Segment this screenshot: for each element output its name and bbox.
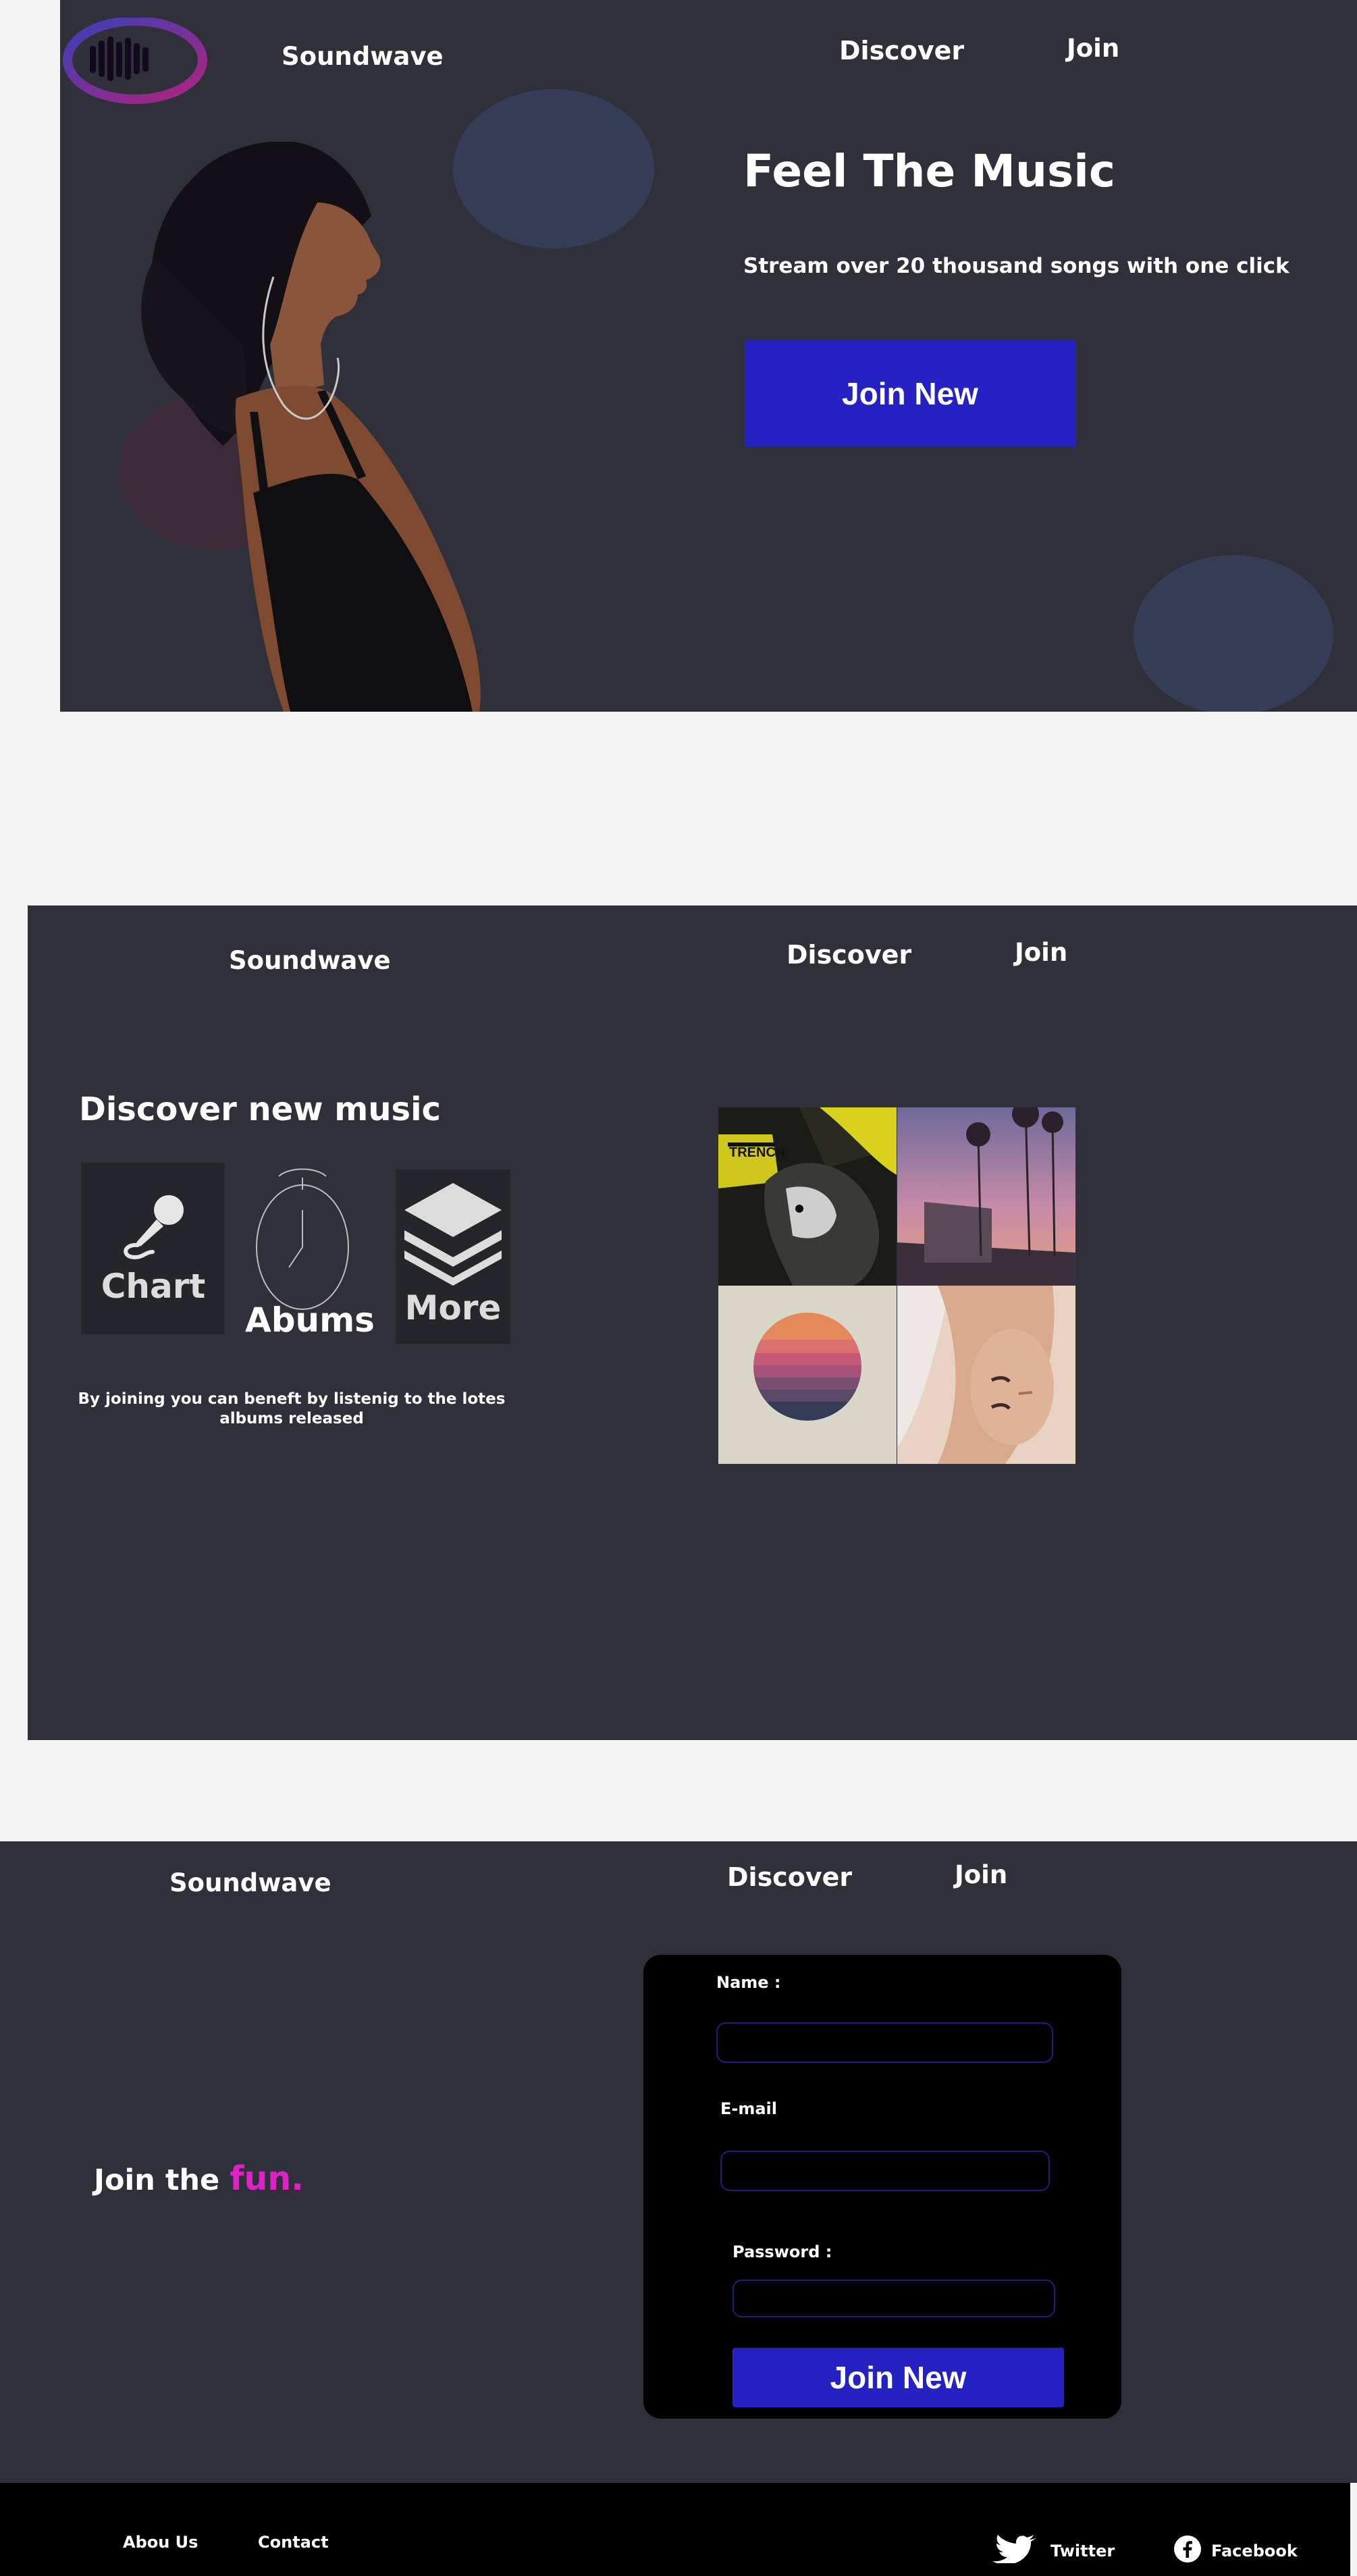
feature-label: Chart <box>101 1267 206 1306</box>
social-facebook[interactable]: Facebook <box>1173 2535 1298 2567</box>
hero-title: Feel The Music <box>743 145 1115 197</box>
facebook-icon <box>1173 2535 1202 2567</box>
email-label: E-mail <box>720 2099 778 2118</box>
album-cover[interactable]: TRENCH <box>718 1107 897 1286</box>
album-cover[interactable] <box>718 1286 897 1464</box>
join-headline-prefix: Join the <box>94 2163 220 2197</box>
album-grid: TRENCH <box>718 1107 1075 1464</box>
nav-join[interactable]: Join <box>955 1860 1007 1889</box>
clock-icon <box>252 1163 353 1321</box>
discover-description: By joining you can beneft by listenig to… <box>78 1390 506 1427</box>
feature-label: Abums <box>245 1300 375 1340</box>
join-headline-highlight: fun. <box>230 2159 304 2198</box>
twitter-icon <box>992 2535 1038 2567</box>
nav-discover[interactable]: Discover <box>839 36 964 65</box>
album-cover-title: TRENCH <box>729 1145 786 1160</box>
email-field[interactable] <box>720 2151 1050 2191</box>
microphone-icon <box>116 1190 190 1267</box>
name-label: Name : <box>716 1973 781 1992</box>
album-cover[interactable] <box>897 1286 1075 1464</box>
discover-title: Discover new music <box>79 1090 441 1128</box>
social-label: Facebook <box>1211 2542 1298 2560</box>
layers-icon <box>400 1178 506 1288</box>
footer-link-about[interactable]: Abou Us <box>123 2533 198 2552</box>
nav-join[interactable]: Join <box>1067 34 1119 63</box>
footer-link-contact[interactable]: Contact <box>258 2533 329 2552</box>
brand-name[interactable]: Soundwave <box>282 42 444 71</box>
social-twitter[interactable]: Twitter <box>992 2535 1115 2567</box>
brand-name[interactable]: Soundwave <box>229 946 391 975</box>
hero-person-image <box>115 140 520 714</box>
hero-join-button[interactable]: Join New <box>745 340 1075 447</box>
brand-name[interactable]: Soundwave <box>169 1868 331 1897</box>
discover-section <box>28 905 1357 1740</box>
album-cover[interactable] <box>897 1107 1075 1286</box>
logo-icon[interactable] <box>61 16 209 105</box>
social-label: Twitter <box>1050 2542 1115 2560</box>
nav-join[interactable]: Join <box>1015 938 1067 967</box>
password-label: Password : <box>733 2242 832 2261</box>
nav-discover[interactable]: Discover <box>787 940 911 970</box>
feature-more[interactable]: More <box>396 1169 510 1344</box>
password-field[interactable] <box>733 2280 1055 2317</box>
join-headline: Join the fun. <box>94 2159 304 2198</box>
feature-albums[interactable]: Abums <box>241 1163 375 1345</box>
decor-blob-blue-small <box>1134 555 1333 712</box>
name-field[interactable] <box>716 2022 1053 2063</box>
hero-subtitle: Stream over 20 thousand songs with one c… <box>743 254 1289 278</box>
form-join-button[interactable]: Join New <box>733 2348 1064 2407</box>
feature-label: More <box>404 1288 502 1328</box>
feature-chart[interactable]: Chart <box>82 1163 225 1334</box>
footer <box>0 2483 1350 2576</box>
nav-discover[interactable]: Discover <box>727 1862 852 1892</box>
